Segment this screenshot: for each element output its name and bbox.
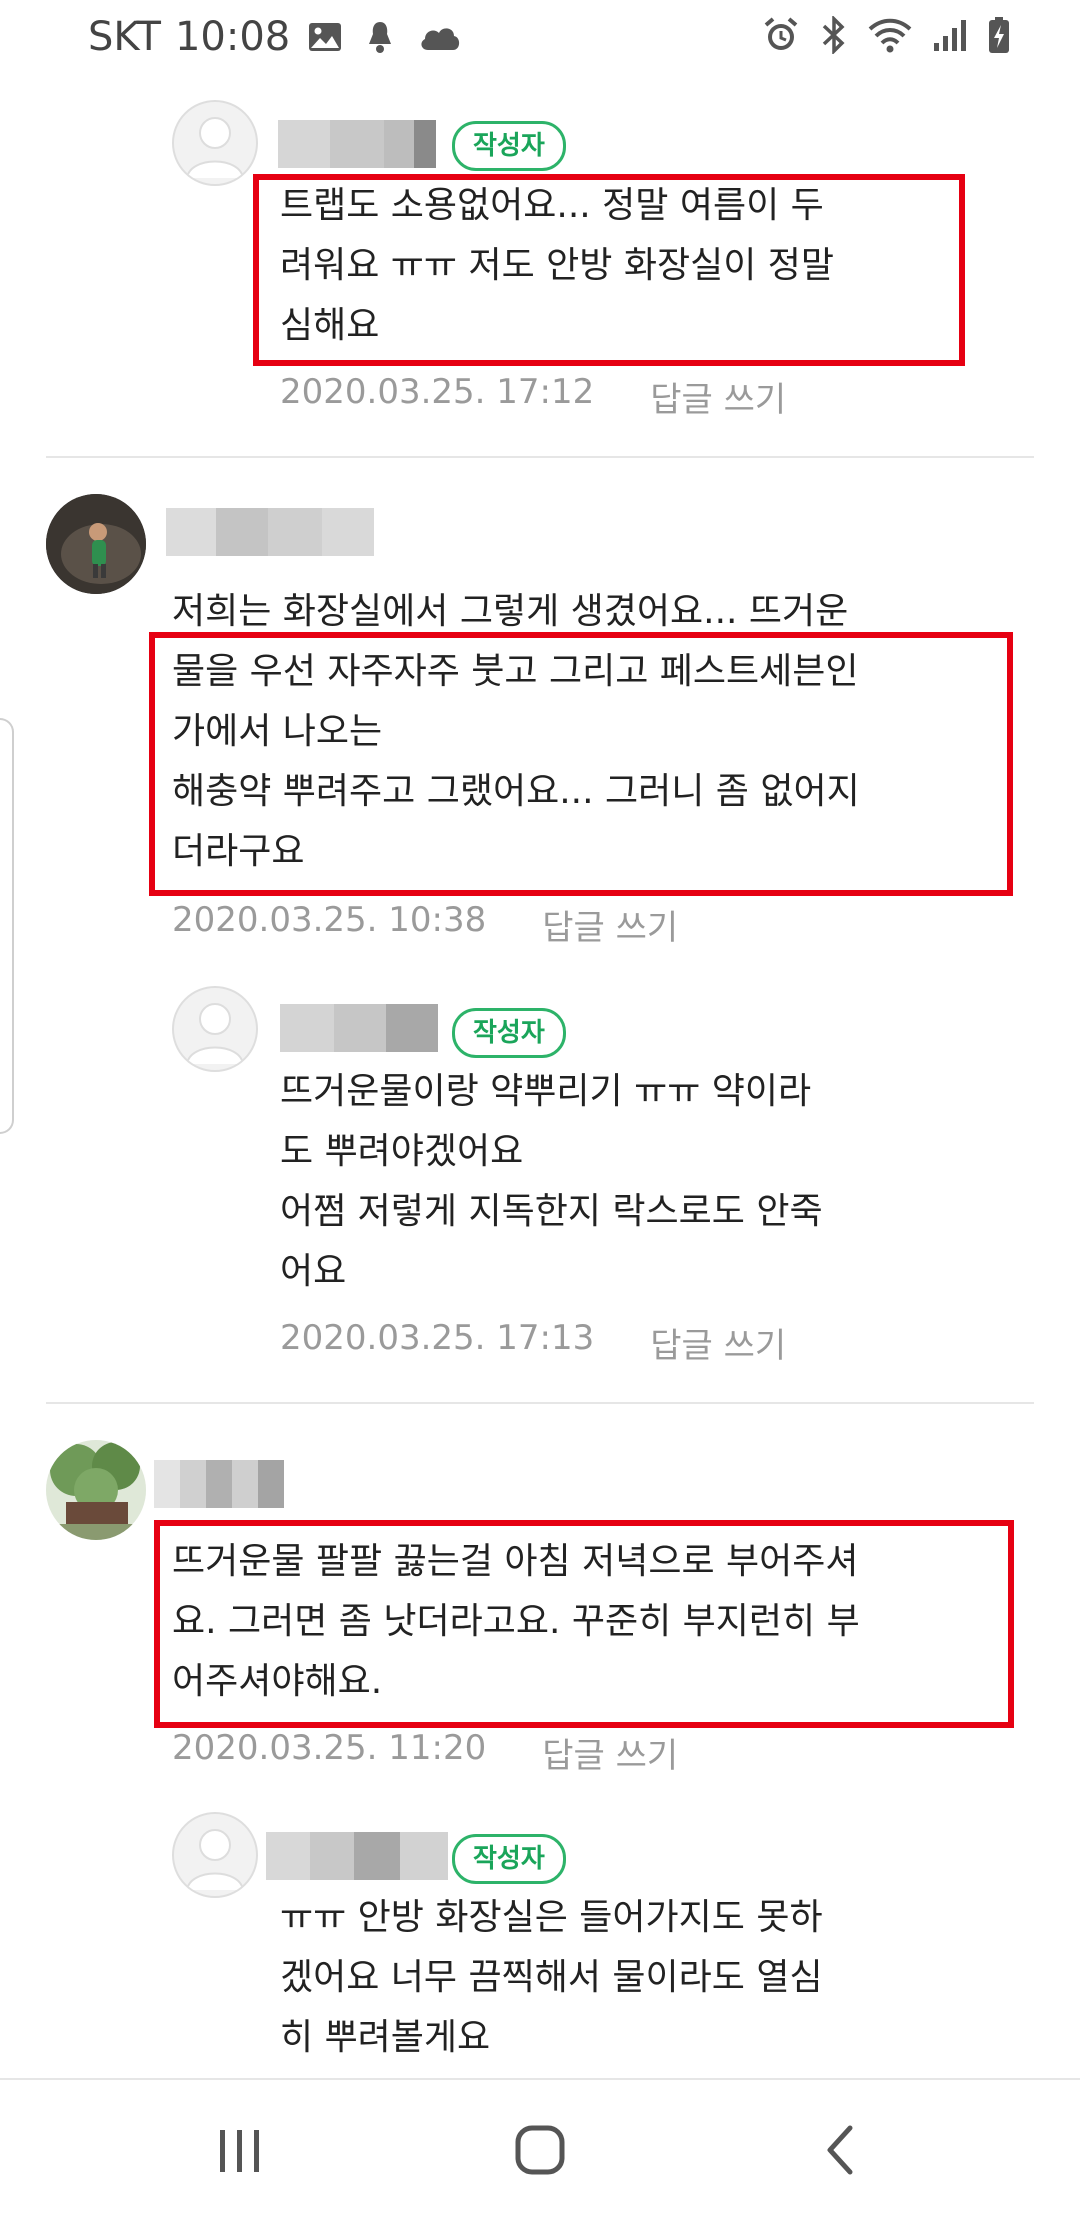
image-icon [309,23,342,51]
comment-meta: 2020.03.25. 17:13 답글 쓰기 [280,1318,786,1367]
comment-date: 2020.03.25. 10:38 [172,900,487,940]
divider [46,1402,1034,1404]
highlight-box [149,632,1013,896]
blurred-username [154,1460,306,1508]
default-avatar [172,100,258,186]
wifi-icon [868,18,912,53]
blurred-username [166,508,374,556]
notification-icon [369,22,392,53]
comment-date: 2020.03.25. 11:20 [172,1728,487,1768]
author-badge: 작성자 [452,1008,566,1058]
blurred-username [266,1832,448,1880]
reply-button[interactable]: 답글 쓰기 [650,372,786,421]
battery-icon [989,17,1009,53]
divider [46,456,1034,458]
cloud-icon [421,28,460,50]
status-bar: SKT 10:08 [0,0,1080,80]
author-badge: 작성자 [452,1834,566,1884]
user-avatar [46,494,146,594]
edge-panel-handle[interactable] [0,718,14,1134]
back-button[interactable] [812,2120,872,2180]
reply-button[interactable]: 답글 쓰기 [542,900,678,949]
comment-meta: 2020.03.25. 10:38 답글 쓰기 [172,900,678,949]
highlight-box [253,174,965,366]
bluetooth-icon [822,16,845,54]
reply-button[interactable]: 답글 쓰기 [542,1728,678,1777]
clock: 10:08 [174,14,291,60]
recents-button[interactable] [210,2120,270,2180]
signal-icon [934,20,966,51]
default-avatar [172,986,258,1072]
author-badge: 작성자 [452,121,566,171]
navigation-bar [0,2078,1080,2222]
reply-button[interactable]: 답글 쓰기 [650,1318,786,1367]
comment-meta: 2020.03.25. 11:20 답글 쓰기 [172,1728,678,1777]
default-avatar [172,1812,258,1898]
carrier-label: SKT [88,14,161,60]
comment-date: 2020.03.25. 17:13 [280,1318,595,1358]
comment-date: 2020.03.25. 17:12 [280,372,595,412]
highlight-box [154,1520,1014,1728]
home-button[interactable] [510,2120,570,2180]
comment-text: 뜨거운물이랑 약뿌리기 ㅠㅠ 약이라 도 뿌려야겠어요 어쩜 저렇게 지독한지 락스… [280,1071,823,1292]
user-avatar [46,1440,146,1540]
comment-text: ㅠㅠ 안방 화장실은 들어가지도 못하 겠어요 너무 끔찍해서 물이라도 열심 히 … [280,1897,823,2058]
comment-meta: 2020.03.25. 17:12 답글 쓰기 [280,372,786,421]
blurred-username [280,1004,438,1052]
alarm-icon [764,17,798,50]
blurred-username [278,120,436,168]
